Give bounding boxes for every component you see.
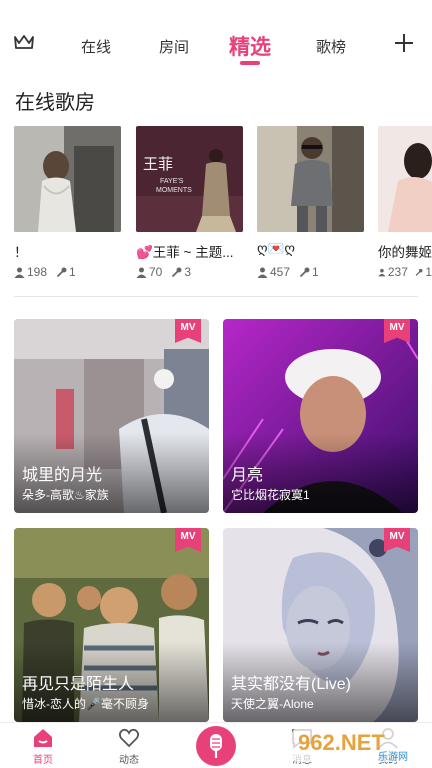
room-cover bbox=[14, 126, 121, 232]
singer-count: 1 bbox=[69, 265, 76, 279]
divider bbox=[14, 296, 418, 297]
top-nav: 在线 房间 精选 歌榜 bbox=[0, 0, 432, 70]
crown-icon[interactable] bbox=[13, 33, 35, 51]
nav-feed-label: 动态 bbox=[119, 755, 139, 766]
mv-subtitle: 天使之翼-Alone bbox=[231, 697, 314, 711]
mv-title: 城里的月光 bbox=[22, 467, 103, 484]
room-stats: 70 3 bbox=[136, 265, 243, 279]
heart-icon bbox=[118, 728, 140, 748]
plus-icon[interactable] bbox=[394, 33, 414, 53]
listener-count: 237 bbox=[387, 265, 408, 279]
listener-icon bbox=[378, 268, 386, 276]
listener-icon bbox=[257, 267, 268, 278]
room-cover bbox=[257, 126, 364, 232]
room-name: 你的舞姬 bbox=[378, 245, 432, 259]
cover-title-text: 王菲 bbox=[143, 155, 174, 173]
nav-home-label: 首页 bbox=[33, 755, 53, 766]
cover-subtitle-text: MOMENTS bbox=[156, 187, 192, 194]
tab-online[interactable]: 在线 bbox=[81, 36, 111, 57]
watermark-logo: 962.NET 乐游网 bbox=[292, 728, 428, 763]
tab-featured[interactable]: 精选 bbox=[229, 31, 271, 61]
room-card[interactable]: ！ 198 1 bbox=[14, 126, 121, 279]
singer-count: 1 bbox=[312, 265, 319, 279]
section-title: 在线歌房 bbox=[15, 92, 95, 114]
nav-home[interactable]: 首页 bbox=[13, 727, 73, 766]
mic-small-icon bbox=[172, 267, 182, 277]
mv-card[interactable]: MV 月亮 它比烟花寂寞1 bbox=[223, 319, 418, 513]
singer-count: 3 bbox=[184, 265, 192, 279]
room-name: ！ bbox=[14, 245, 28, 259]
mic-icon bbox=[210, 734, 222, 758]
mv-title: 再见只是陌生人 bbox=[22, 676, 135, 693]
room-stats: 237 1 bbox=[378, 265, 432, 279]
room-cover bbox=[378, 126, 432, 232]
home-icon bbox=[34, 729, 52, 747]
listener-count: 198 bbox=[27, 265, 48, 279]
room-cover: 王菲 FAYE'S MOMENTS bbox=[136, 126, 243, 232]
mv-card[interactable]: MV 再见只是陌生人 惜冰-恋人的🎤毫不顾身 bbox=[14, 528, 209, 722]
mic-small-icon bbox=[416, 268, 423, 276]
watermark-sub: 乐游网 bbox=[378, 750, 408, 763]
room-card[interactable]: 王菲 FAYE'S MOMENTS 💕王菲 ~ 主题... 70 3 bbox=[136, 126, 243, 279]
mv-card[interactable]: MV 城里的月光 朵多-高歌♨家族 bbox=[14, 319, 209, 513]
mv-title: 月亮 bbox=[231, 467, 264, 484]
nav-feed[interactable]: 动态 bbox=[99, 727, 159, 766]
tab-charts[interactable]: 歌榜 bbox=[316, 36, 346, 57]
watermark: 962.NET 乐游网 bbox=[290, 722, 430, 764]
room-stats: 198 1 bbox=[14, 265, 121, 279]
room-name: 💕王菲 ~ 主题... bbox=[136, 245, 234, 259]
active-tab-indicator bbox=[240, 61, 260, 65]
singer-count: 1 bbox=[425, 265, 432, 279]
watermark-text: 962.NET bbox=[298, 730, 385, 755]
room-name: ღ💌ღ bbox=[257, 241, 296, 256]
mv-subtitle: 它比烟花寂寞1 bbox=[231, 488, 310, 502]
cover-subtitle-text: FAYE'S bbox=[160, 178, 184, 185]
mic-small-icon bbox=[299, 267, 310, 277]
listener-icon bbox=[14, 267, 25, 278]
sing-button[interactable] bbox=[196, 726, 236, 766]
mv-card[interactable]: MV 其实都没有(Live) 天使之翼-Alone bbox=[223, 528, 418, 722]
mic-small-icon bbox=[56, 267, 67, 277]
listener-icon bbox=[136, 267, 147, 278]
mv-subtitle: 朵多-高歌♨家族 bbox=[22, 488, 109, 502]
room-card[interactable]: ღ💌ღ 457 1 bbox=[257, 126, 364, 279]
room-stats: 457 1 bbox=[257, 265, 364, 279]
listener-count: 70 bbox=[149, 265, 163, 279]
mv-subtitle: 惜冰-恋人的🎤毫不顾身 bbox=[22, 697, 149, 711]
room-card[interactable]: 你的舞姬 237 1 bbox=[378, 126, 432, 279]
tab-rooms[interactable]: 房间 bbox=[159, 36, 189, 57]
listener-count: 457 bbox=[270, 265, 291, 279]
mv-title: 其实都没有(Live) bbox=[231, 676, 352, 693]
